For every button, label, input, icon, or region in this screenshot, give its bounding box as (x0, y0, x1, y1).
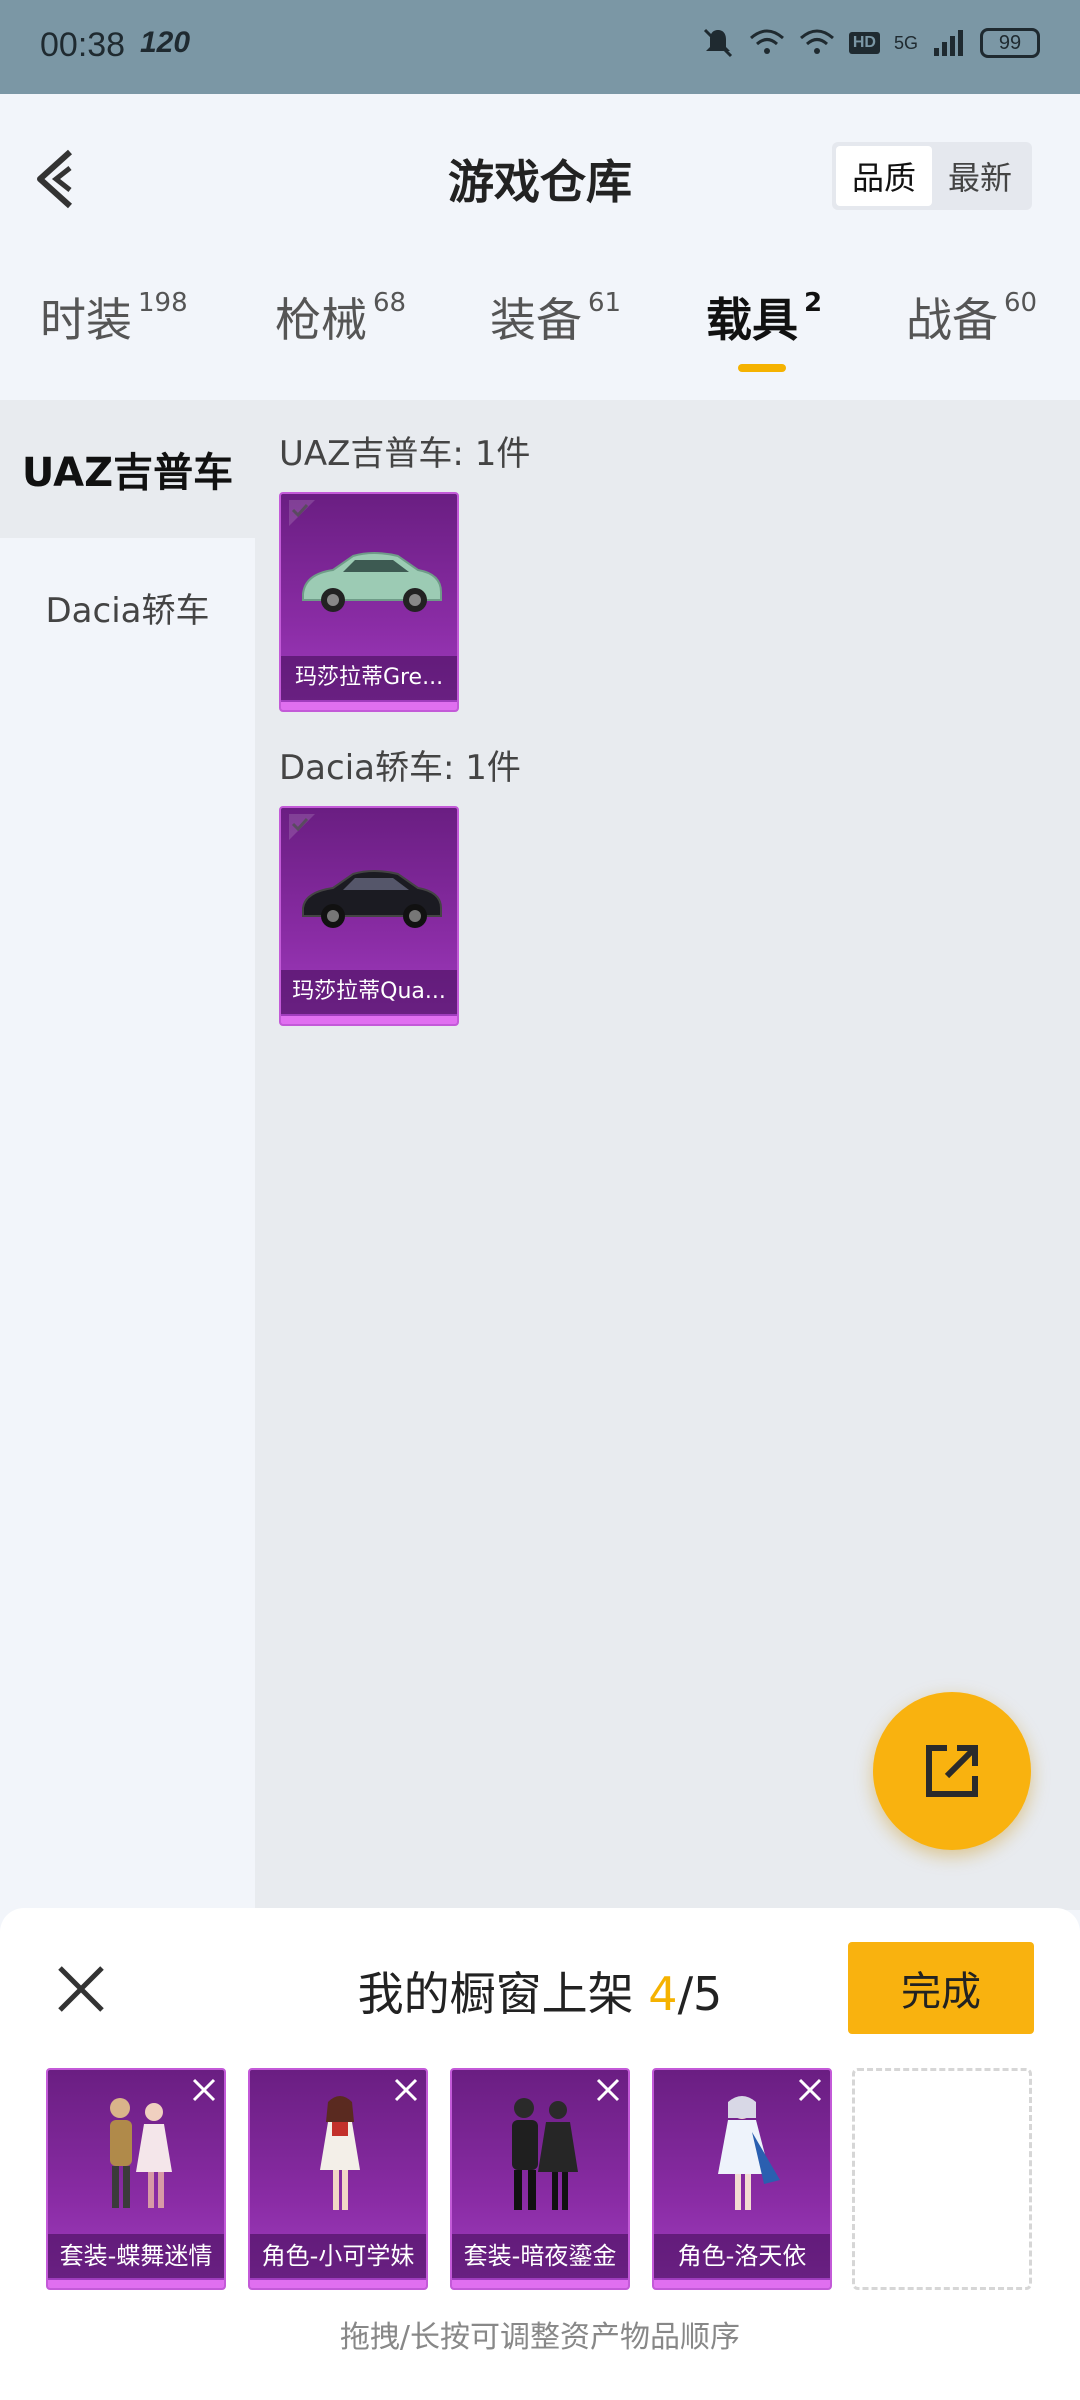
shelf-item[interactable]: 套装-蝶舞迷情 (46, 2068, 226, 2290)
tab-count: 198 (138, 288, 188, 318)
item-name: 套装-暗夜鎏金 (452, 2234, 628, 2278)
subcategory-nav: UAZ吉普车 Dacia轿车 (0, 400, 255, 1910)
sort-quality-button[interactable]: 品质 (836, 146, 932, 206)
active-tab-indicator (738, 364, 786, 372)
empty-shelf-slot[interactable] (852, 2068, 1032, 2290)
tab-label: 载具 (706, 293, 798, 347)
section-title-uaz: UAZ吉普车: 1件 (279, 434, 531, 474)
car-image (302, 552, 442, 612)
remove-icon[interactable] (796, 2076, 824, 2104)
category-tabs: 时装 198 枪械 68 装备 61 载具 2 战备 60 (0, 284, 1080, 364)
nav-item-uaz[interactable]: UAZ吉普车 (0, 400, 255, 538)
rarity-bar (250, 2280, 426, 2288)
hd-badge: HD (848, 32, 880, 54)
tab-equipment[interactable]: 装备 61 (490, 284, 621, 350)
refresh-rate: 120 (140, 26, 191, 59)
item-name: 套装-蝶舞迷情 (48, 2234, 224, 2278)
share-out-icon (926, 1745, 978, 1797)
tab-label: 战备 (906, 293, 998, 347)
check-icon (289, 814, 315, 840)
section-title-dacia: Dacia轿车: 1件 (279, 748, 521, 788)
outfit-image (512, 2098, 578, 2210)
tab-combat[interactable]: 战备 60 (906, 284, 1037, 350)
shelf-item[interactable]: 角色-小可学妹 (248, 2068, 428, 2290)
tab-guns[interactable]: 枪械 68 (275, 284, 406, 350)
character-image (718, 2096, 780, 2210)
network-type: 5G (893, 32, 918, 53)
remove-icon[interactable] (594, 2076, 622, 2104)
wifi-icon (749, 29, 784, 54)
status-time: 00:38 (40, 26, 126, 64)
item-name: 玛莎拉蒂Qua... (281, 970, 457, 1014)
mute-bell-icon (703, 28, 732, 58)
status-bar: 00:38 120 HD 5G 99 (0, 0, 1080, 94)
check-icon (289, 500, 315, 526)
showcase-title-text: 我的橱窗上架 (357, 1967, 649, 2021)
character-image (320, 2096, 360, 2210)
rarity-bar (281, 702, 457, 710)
showcase-shelf: 套装-蝶舞迷情 角色-小可学妹 套装-暗夜鎏金 角色-洛天依 (46, 2068, 1036, 2290)
nav-item-dacia[interactable]: Dacia轿车 (0, 538, 255, 676)
showcase-panel: 我的橱窗上架 4/5 完成 套装-蝶舞迷情 角色-小可学妹 套装-暗夜鎏金 角色… (0, 1908, 1080, 2400)
tab-count: 68 (373, 288, 407, 318)
showcase-count: 4 (648, 1967, 678, 2021)
rarity-bar (48, 2280, 224, 2288)
rarity-bar (654, 2280, 830, 2288)
showcase-total: /5 (677, 1967, 723, 2021)
item-grid: UAZ吉普车: 1件 玛莎拉蒂Gre... Dacia轿车: 1件 玛莎拉蒂Qu… (255, 400, 1080, 1910)
battery-icon: 99 (980, 28, 1040, 58)
item-name: 角色-洛天依 (654, 2234, 830, 2278)
tab-fashion[interactable]: 时装 198 (40, 284, 188, 350)
tab-label: 装备 (490, 293, 582, 347)
reorder-hint: 拖拽/长按可调整资产物品顺序 (339, 2320, 741, 2355)
sort-toggle: 品质 最新 (832, 142, 1032, 210)
header: 游戏仓库 品质 最新 时装 198 枪械 68 装备 61 载具 2 战备 60 (0, 94, 1080, 372)
wifi-icon-2 (799, 29, 834, 54)
remove-icon[interactable] (190, 2076, 218, 2104)
vehicle-card[interactable]: 玛莎拉蒂Qua... (279, 806, 459, 1026)
shelf-item[interactable]: 套装-暗夜鎏金 (450, 2068, 630, 2290)
share-fab-button[interactable] (873, 1692, 1031, 1850)
item-name: 角色-小可学妹 (250, 2234, 426, 2278)
remove-icon[interactable] (392, 2076, 420, 2104)
shelf-item[interactable]: 角色-洛天依 (652, 2068, 832, 2290)
car-image (302, 870, 442, 928)
sort-newest-button[interactable]: 最新 (932, 146, 1028, 206)
rarity-bar (452, 2280, 628, 2288)
done-button[interactable]: 完成 (848, 1942, 1034, 2034)
vehicle-card[interactable]: 玛莎拉蒂Gre... (279, 492, 459, 712)
tab-count: 61 (588, 288, 622, 318)
tab-label: 时装 (40, 293, 132, 347)
tab-label: 枪械 (275, 293, 367, 347)
status-icons: HD 5G 99 (701, 26, 1040, 60)
item-name: 玛莎拉蒂Gre... (281, 656, 457, 700)
tab-count: 60 (1004, 288, 1038, 318)
tab-vehicles[interactable]: 载具 2 (706, 284, 822, 350)
rarity-bar (281, 1016, 457, 1024)
signal-icon (934, 30, 963, 56)
outfit-image (110, 2098, 172, 2208)
tab-count: 2 (804, 288, 823, 318)
